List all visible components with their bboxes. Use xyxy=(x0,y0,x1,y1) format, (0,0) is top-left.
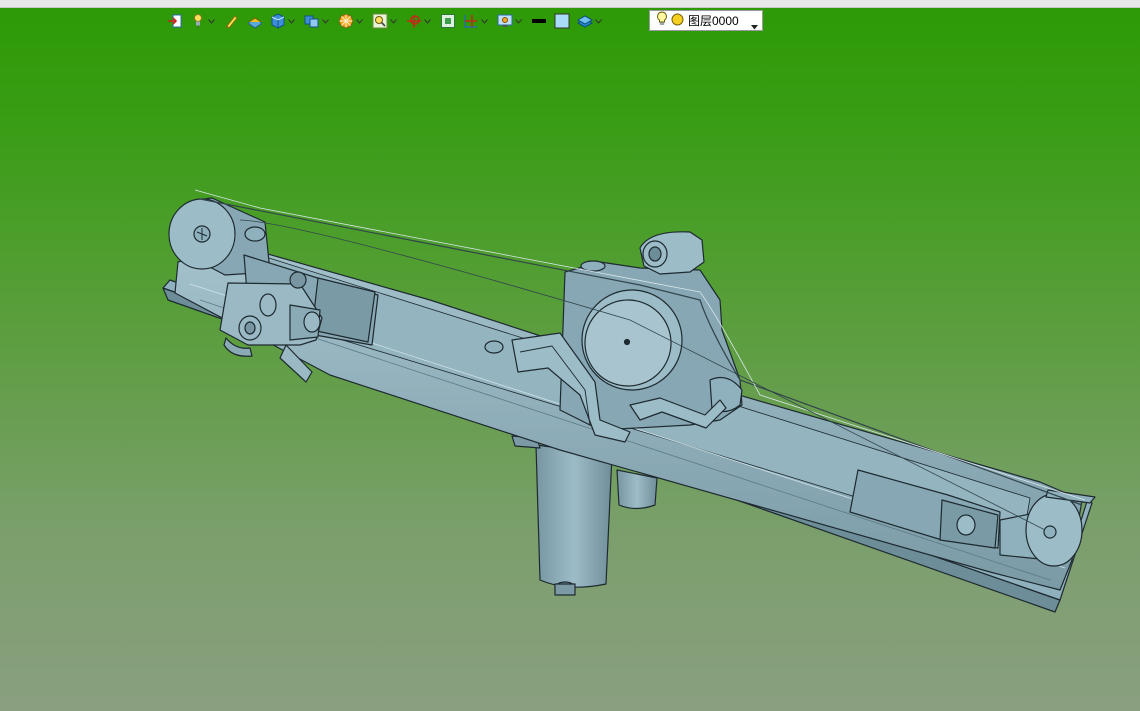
layer-name: 图层0000 xyxy=(688,14,739,28)
shaded-cube-dropdown-caret[interactable] xyxy=(288,12,295,30)
window-regulator-model[interactable] xyxy=(0,35,1140,711)
exit-sketch-icon[interactable] xyxy=(166,12,184,30)
fill-color-icon[interactable] xyxy=(553,12,571,30)
window-top-strip xyxy=(0,0,1140,8)
light-icon[interactable] xyxy=(189,12,207,30)
line-style-icon[interactable] xyxy=(530,12,548,30)
section-view-dropdown-caret[interactable] xyxy=(481,12,488,30)
3d-viewport[interactable] xyxy=(0,35,1140,711)
color-wheel-dropdown-caret[interactable] xyxy=(356,12,363,30)
zoom-fit-icon[interactable] xyxy=(371,12,389,30)
layer-on-icon[interactable] xyxy=(671,11,684,30)
layer-dropdown-arrow[interactable] xyxy=(751,15,758,34)
display-settings-dropdown-caret[interactable] xyxy=(515,12,522,30)
layer-select[interactable]: 图层0000 xyxy=(649,10,763,31)
render-mode-icon[interactable] xyxy=(246,12,264,30)
layer-manager-icon[interactable] xyxy=(576,12,594,30)
view-toolbar xyxy=(166,10,610,32)
view-orientation-icon[interactable] xyxy=(303,12,321,30)
color-wheel-icon[interactable] xyxy=(337,12,355,30)
section-view-icon[interactable] xyxy=(462,12,480,30)
display-settings-icon[interactable] xyxy=(496,12,514,30)
zoom-fit-dropdown-caret[interactable] xyxy=(390,12,397,30)
light-dropdown-caret[interactable] xyxy=(208,12,215,30)
frame-select-icon[interactable] xyxy=(439,12,457,30)
layer-manager-dropdown-caret[interactable] xyxy=(595,12,602,30)
pen-icon[interactable] xyxy=(223,12,241,30)
lightbulb-icon[interactable] xyxy=(656,10,668,31)
rotate-axis-dropdown-caret[interactable] xyxy=(424,12,431,30)
shaded-cube-icon[interactable] xyxy=(269,12,287,30)
rotate-axis-icon[interactable] xyxy=(405,12,423,30)
view-orientation-dropdown-caret[interactable] xyxy=(322,12,329,30)
